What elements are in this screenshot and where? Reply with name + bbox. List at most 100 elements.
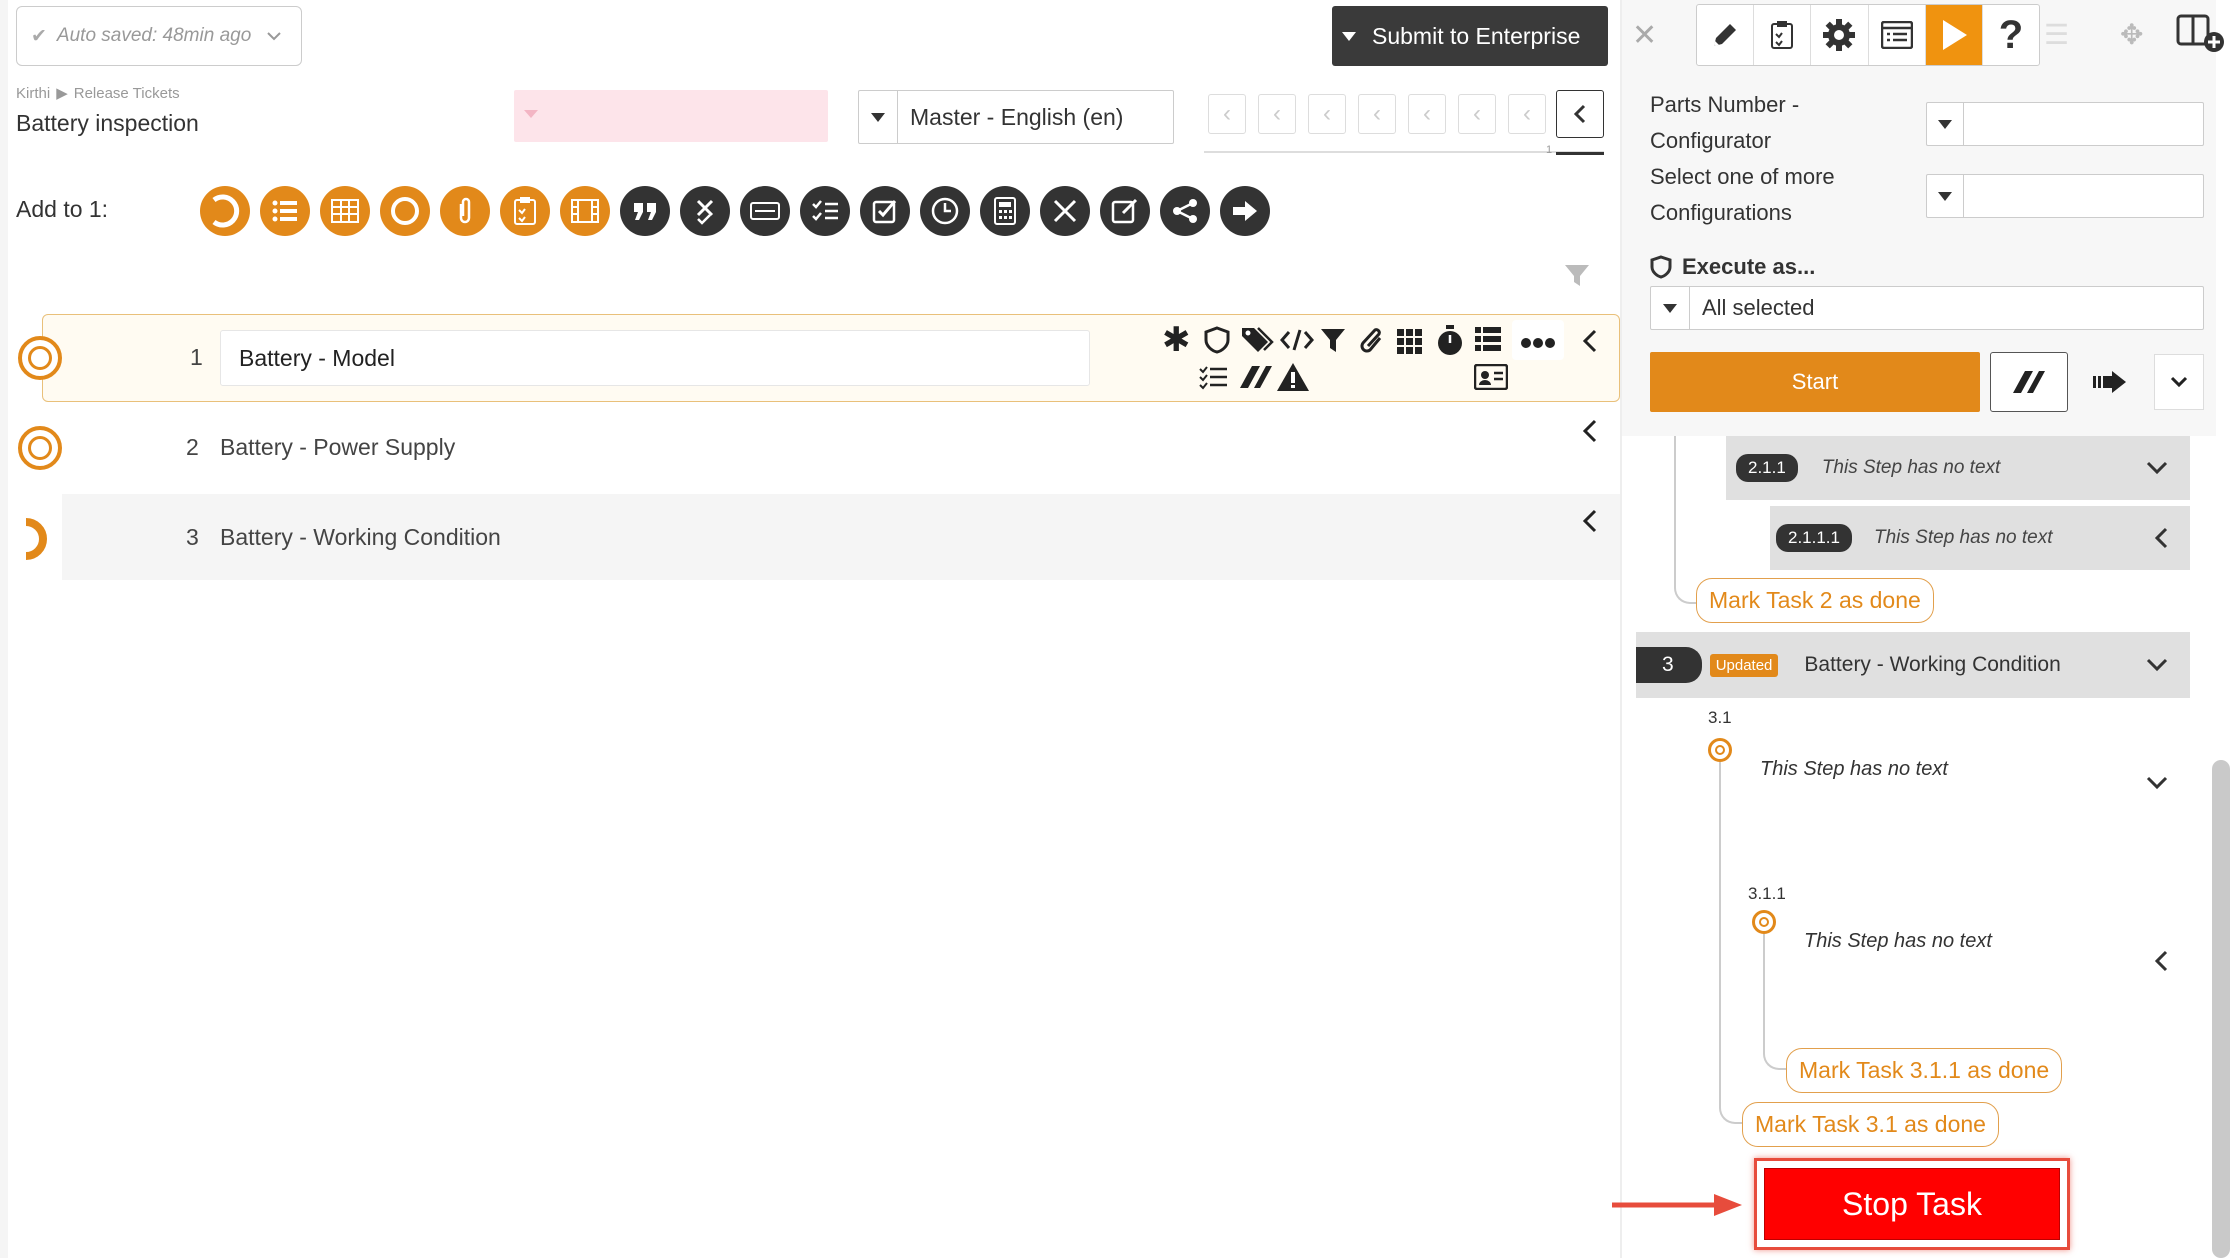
parts-number-label-1: Parts Number - [1650, 92, 1800, 117]
chevron-left-icon[interactable] [2154, 527, 2168, 549]
configurations-select[interactable] [1926, 174, 2204, 218]
tag-field[interactable] [514, 90, 828, 142]
step-number: 3.1 [1708, 708, 1732, 727]
more-options-icon[interactable] [1512, 320, 1564, 360]
clipboard-icon[interactable] [500, 186, 550, 236]
clock-icon[interactable] [920, 186, 970, 236]
breadcrumb-item[interactable]: Release Tickets [74, 85, 180, 102]
asterisk-icon[interactable]: ✱ [1162, 320, 1191, 360]
gear-icon[interactable] [1811, 5, 1869, 65]
skip-button[interactable] [1990, 352, 2068, 412]
breadcrumb-item[interactable]: Kirthi [16, 85, 50, 102]
nav-prev-button[interactable]: ‹ [1308, 94, 1346, 134]
nav-prev-button[interactable]: ‹ [1408, 94, 1446, 134]
nav-prev-button[interactable]: ‹ [1458, 94, 1496, 134]
code-icon[interactable] [1280, 328, 1314, 352]
nav-current-button[interactable] [1556, 90, 1604, 138]
task-status-icon[interactable] [18, 336, 62, 380]
list-grid-icon[interactable] [1474, 326, 1502, 352]
step-2-1-1[interactable]: 2.1.1 This Step has no text [1726, 436, 2190, 500]
step-number: 3.1.1 [1748, 884, 1786, 903]
list-icon[interactable]: ☰ [2044, 18, 2069, 51]
step-status-icon[interactable] [1752, 910, 1776, 934]
step-text: This Step has no text [1760, 758, 1948, 780]
id-card-icon[interactable] [1474, 364, 1508, 390]
chevron-down-icon[interactable] [2146, 776, 2168, 790]
collapse-chevron-icon[interactable] [1582, 508, 1598, 534]
pencil-icon[interactable] [1697, 5, 1755, 65]
step-status-icon[interactable] [1708, 738, 1732, 762]
shield-icon[interactable] [1204, 326, 1230, 354]
calculator-icon[interactable] [980, 186, 1030, 236]
caret-down-icon [1927, 103, 1964, 145]
attachment-icon[interactable] [440, 186, 490, 236]
list-icon[interactable] [260, 186, 310, 236]
table-icon[interactable] [320, 186, 370, 236]
language-select[interactable]: Master - English (en) [858, 90, 1174, 144]
arrow-right-icon[interactable] [1220, 186, 1270, 236]
nav-prev-button[interactable]: ‹ [1208, 94, 1246, 134]
warning-icon[interactable] [1276, 362, 1310, 392]
filter-icon[interactable] [1320, 328, 1346, 354]
quote-icon[interactable] [620, 186, 670, 236]
filter-icon[interactable] [1564, 264, 1590, 288]
clipboard-icon[interactable] [1754, 5, 1812, 65]
task-3-header[interactable]: 3 Updated Battery - Working Condition [1636, 632, 2190, 698]
chevron-down-icon[interactable] [2146, 461, 2168, 475]
task-title[interactable]: Battery - Working Condition [220, 524, 501, 551]
cross-check-icon[interactable] [680, 186, 730, 236]
more-actions-button[interactable] [2154, 354, 2204, 410]
submit-to-enterprise-button[interactable]: Submit to Enterprise [1332, 6, 1608, 66]
nav-prev-button[interactable]: ‹ [1358, 94, 1396, 134]
nav-page-number: 1 [1546, 144, 1553, 156]
start-button[interactable]: Start [1650, 352, 1980, 412]
close-icon[interactable]: ✕ [1632, 18, 1657, 53]
autosave-dropdown[interactable]: ✔ Auto saved: 48min ago [16, 6, 302, 66]
nav-prev-button[interactable]: ‹ [1258, 94, 1296, 134]
panel-toolbar: ? [1696, 4, 2040, 66]
mark-task-3-1-1-done-button[interactable]: Mark Task 3.1.1 as done [1786, 1048, 2063, 1093]
parts-number-select[interactable] [1926, 102, 2204, 146]
task-title-input[interactable]: Battery - Model [220, 330, 1090, 386]
task-status-icon[interactable] [16, 514, 68, 564]
caret-down-icon [1927, 175, 1964, 217]
execute-as-select[interactable]: All selected [1650, 286, 2204, 330]
step-forward-button[interactable] [2074, 352, 2146, 412]
collapse-chevron-icon[interactable] [1582, 328, 1598, 354]
step-number: 2.1.1.1 [1776, 524, 1852, 552]
step-icon[interactable] [200, 186, 250, 236]
nav-prev-button[interactable]: ‹ [1508, 94, 1546, 134]
edit-icon[interactable] [1100, 186, 1150, 236]
chevron-left-icon[interactable] [2154, 950, 2168, 972]
stopwatch-icon[interactable] [1436, 324, 1464, 356]
card-icon[interactable] [740, 186, 790, 236]
task-title[interactable]: Battery - Power Supply [220, 434, 455, 461]
mark-task-2-done-button[interactable]: Mark Task 2 as done [1696, 578, 1934, 623]
mark-task-3-1-done-button[interactable]: Mark Task 3.1 as done [1742, 1102, 1999, 1147]
pointer-arrow [1610, 1190, 1750, 1220]
add-to-label: Add to 1: [16, 196, 109, 222]
play-icon[interactable] [1925, 5, 1983, 65]
tags-icon[interactable] [1240, 324, 1276, 354]
scrollbar[interactable] [2212, 760, 2230, 1258]
tools-icon[interactable] [1040, 186, 1090, 236]
chevron-down-icon [267, 31, 281, 41]
share-icon[interactable] [1160, 186, 1210, 236]
skip-icon[interactable] [1238, 364, 1274, 390]
film-icon[interactable] [560, 186, 610, 236]
checklist-board-icon[interactable] [1869, 5, 1926, 65]
collapse-chevron-icon[interactable] [1582, 418, 1598, 444]
move-icon[interactable]: ✥ [2120, 18, 2143, 51]
paperclip-icon[interactable] [1360, 326, 1384, 356]
chevron-down-icon[interactable] [2146, 658, 2168, 672]
grid-icon[interactable] [1396, 328, 1424, 354]
stop-task-button[interactable]: Stop Task [1764, 1168, 2060, 1240]
add-column-icon[interactable] [2176, 12, 2228, 56]
circle-icon[interactable] [380, 186, 430, 236]
help-icon[interactable]: ? [1983, 5, 2039, 65]
checklist-icon[interactable] [800, 186, 850, 236]
checklist-icon[interactable] [1198, 364, 1228, 390]
step-2-1-1-1[interactable]: 2.1.1.1 This Step has no text [1770, 506, 2190, 570]
checkbox-icon[interactable] [860, 186, 910, 236]
task-status-icon[interactable] [18, 426, 62, 470]
